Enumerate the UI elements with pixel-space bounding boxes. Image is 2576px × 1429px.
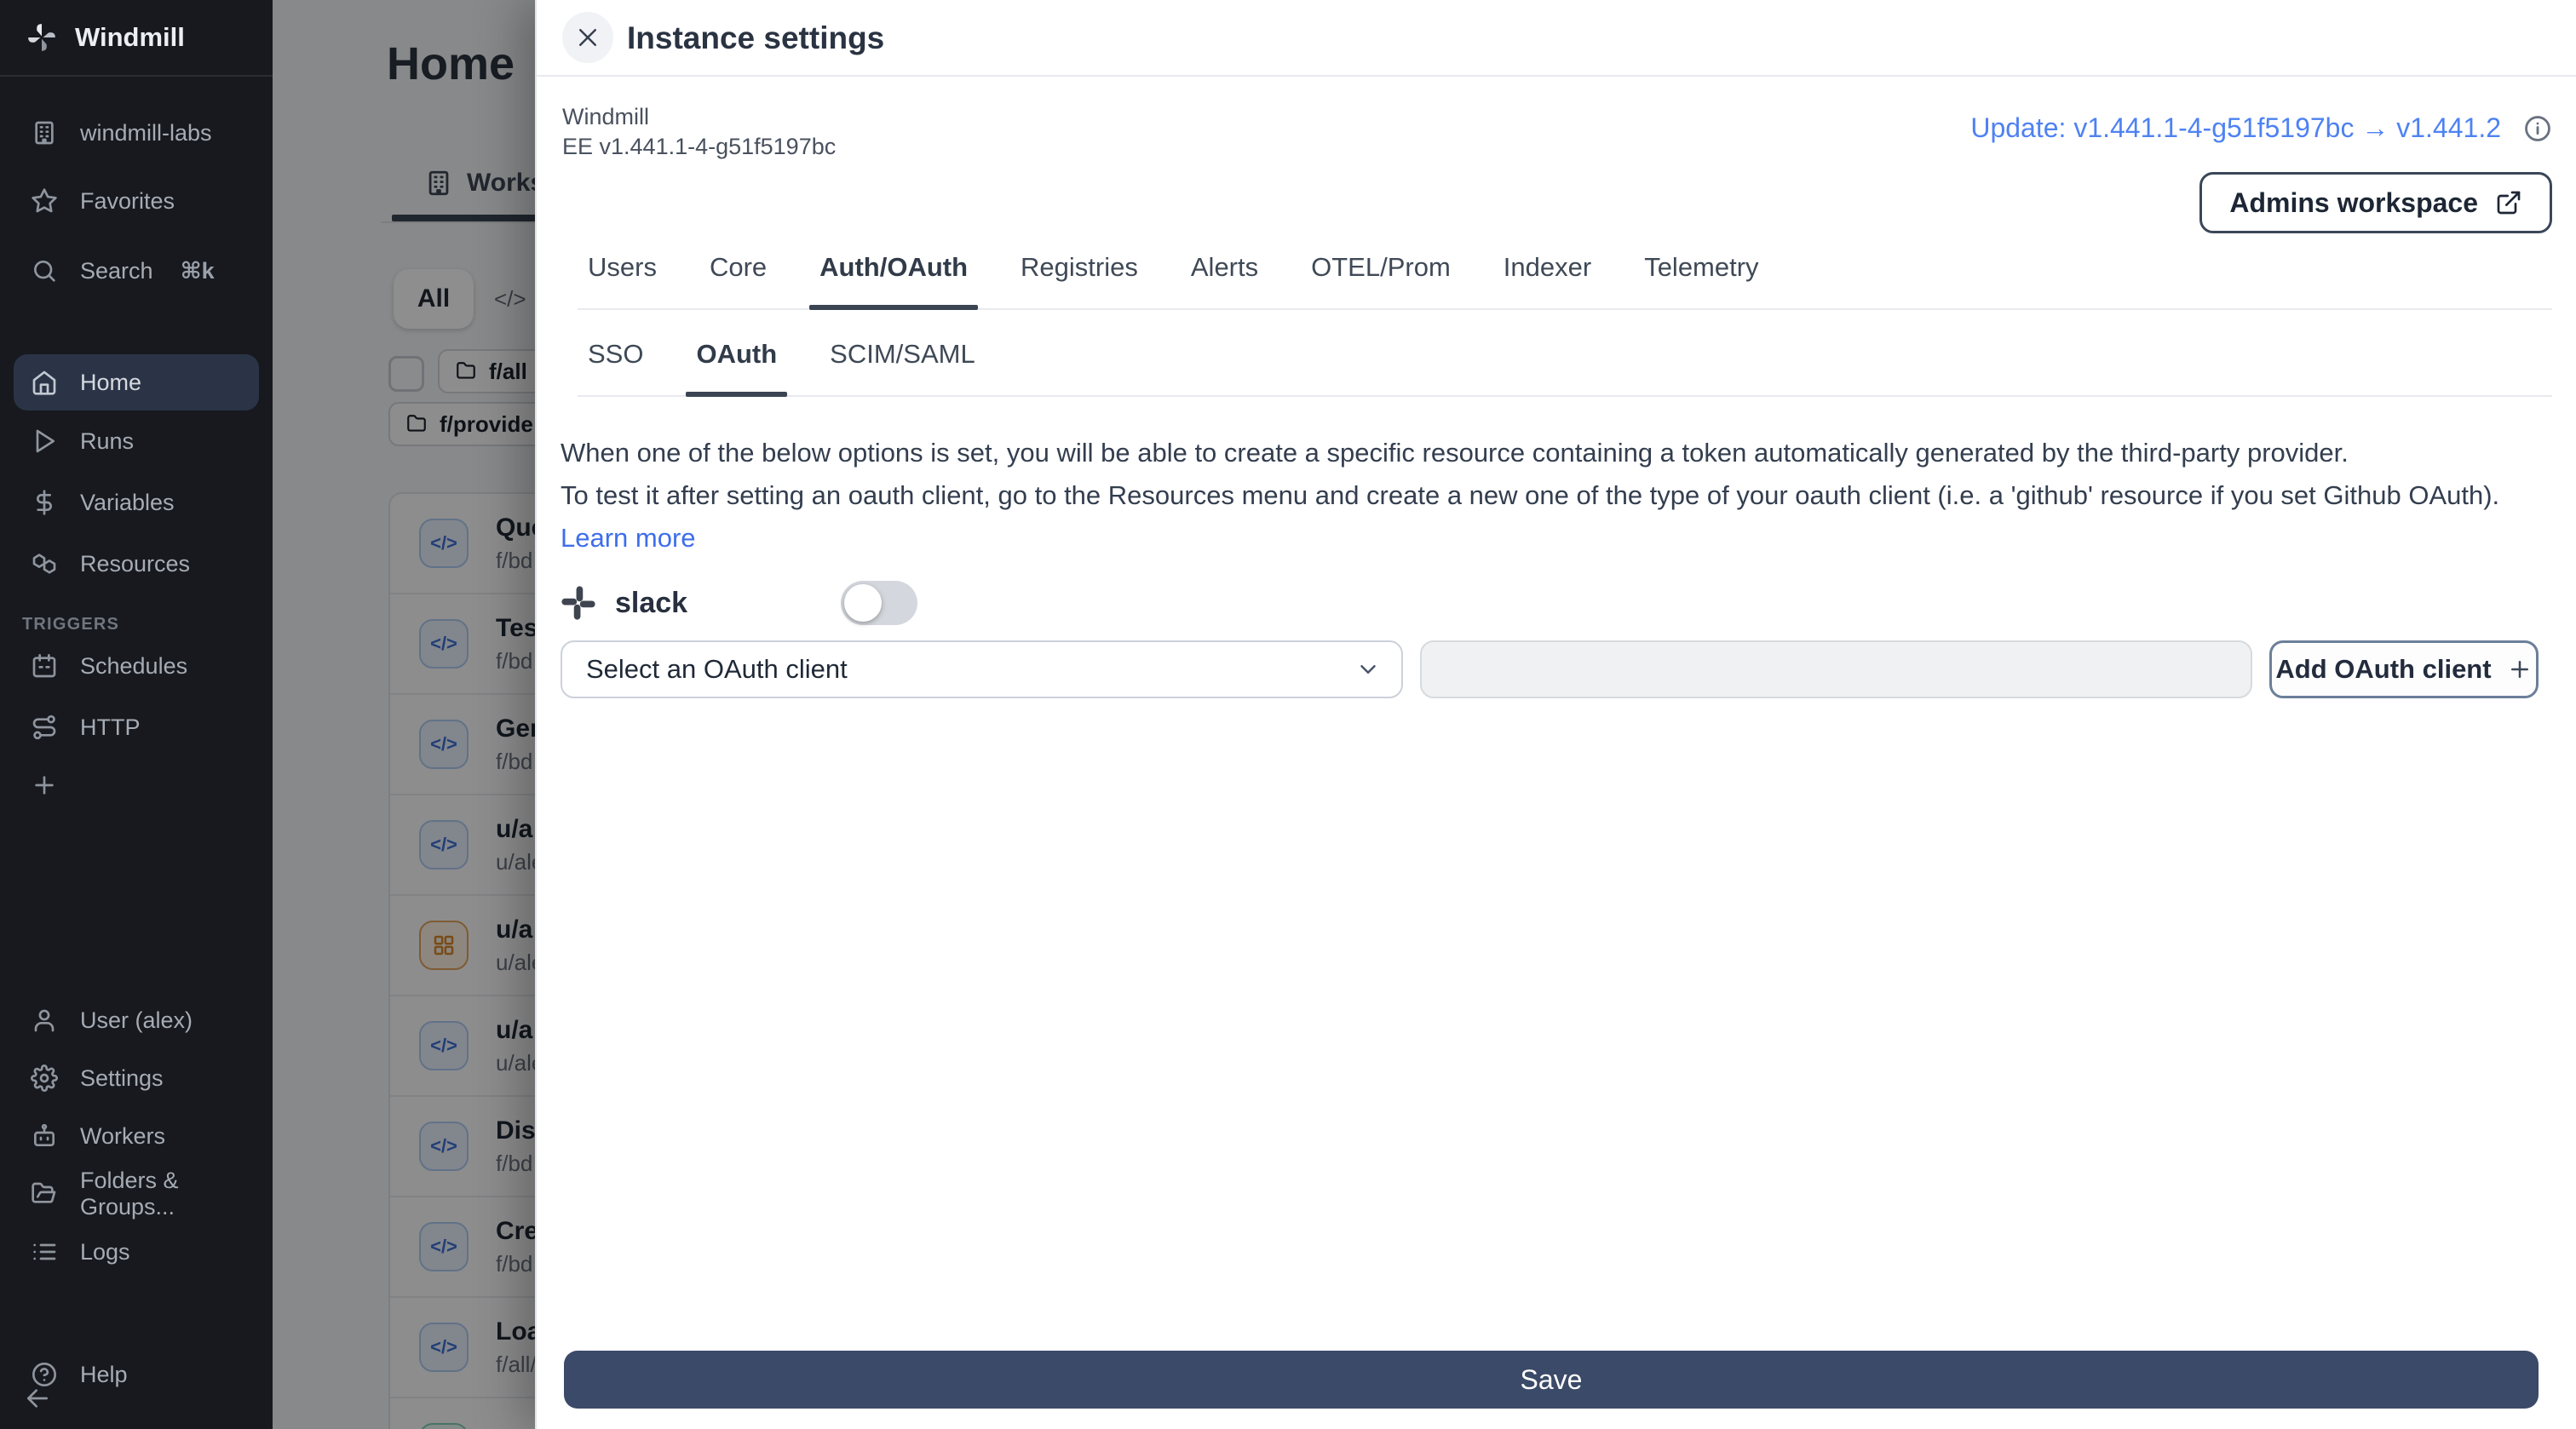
plus-icon: [35, 776, 54, 795]
subtab-sso[interactable]: SSO: [578, 339, 653, 395]
oauth-client-controls: Select an OAuth client Add OAuth client: [561, 640, 2539, 698]
calendar-icon: [32, 654, 56, 678]
update-link[interactable]: Update: v1.441.1-4-g51f5197bc → v1.441.2: [1970, 112, 2501, 144]
admins-workspace-button[interactable]: Admins workspace: [2199, 172, 2552, 233]
boxes-icon: [32, 554, 56, 574]
sidebar-item-http[interactable]: HTTP: [0, 702, 273, 753]
home-icon: [32, 370, 56, 395]
tab-alerts[interactable]: Alerts: [1181, 252, 1268, 308]
workspace-label: windmill-labs: [80, 119, 212, 146]
user-label: User (alex): [80, 1007, 193, 1033]
close-button[interactable]: [562, 12, 613, 63]
oauth-description-2: To test it after setting an oauth client…: [561, 480, 2500, 510]
oauth-description-1: When one of the below options is set, yo…: [561, 438, 2349, 468]
add-oauth-client-label: Add OAuth client: [2275, 654, 2492, 684]
instance-settings-drawer: Instance settings Windmill EE v1.441.1-4…: [535, 0, 2576, 1429]
oauth-client-secret-input[interactable]: [1420, 640, 2252, 698]
search-shortcut: ⌘k: [180, 257, 215, 284]
sidebar-item-settings[interactable]: Settings: [0, 1053, 273, 1104]
tab-telemetry[interactable]: Telemetry: [1634, 252, 1768, 308]
variables-label: Variables: [80, 489, 175, 515]
provider-name: slack: [615, 586, 688, 619]
resources-label: Resources: [80, 550, 191, 577]
instance-version: Windmill EE v1.441.1-4-g51f5197bc: [562, 102, 836, 162]
arrow-left-icon: [27, 1389, 48, 1408]
search-label: Search: [80, 257, 153, 284]
slack-icon: [561, 586, 595, 620]
list-icon: [33, 1243, 56, 1260]
gear-icon: [31, 1065, 58, 1092]
tab-otel-prom[interactable]: OTEL/Prom: [1301, 252, 1461, 308]
app-window: Windmill windmill-labs Favorites Search …: [0, 0, 2576, 1429]
sidebar-item-home[interactable]: Home: [14, 354, 259, 410]
sidebar-item-resources[interactable]: Resources: [0, 538, 273, 589]
add-oauth-client-button[interactable]: Add OAuth client: [2269, 640, 2539, 698]
tab-registries[interactable]: Registries: [1010, 252, 1148, 308]
folder-open-icon: [32, 1182, 56, 1203]
settings-tabs: Users Core Auth/OAuth Registries Alerts …: [578, 252, 2552, 310]
toggle-knob: [844, 584, 883, 622]
logs-label: Logs: [80, 1238, 130, 1265]
home-label: Home: [80, 369, 142, 395]
star-icon: [32, 188, 57, 213]
brand-label: Windmill: [75, 22, 185, 52]
chevron-down-icon: [1360, 665, 1376, 674]
tab-indexer[interactable]: Indexer: [1493, 252, 1601, 308]
schedules-label: Schedules: [80, 652, 188, 679]
drawer-title: Instance settings: [627, 20, 885, 55]
close-icon: [579, 29, 596, 46]
plus-icon: [2510, 661, 2528, 678]
tab-core[interactable]: Core: [699, 252, 777, 308]
brand: Windmill: [0, 0, 273, 77]
search-icon: [34, 261, 55, 282]
admins-workspace-label: Admins workspace: [2229, 187, 2478, 218]
sidebar-item-favorites[interactable]: Favorites: [0, 175, 273, 227]
info-icon[interactable]: [2523, 114, 2552, 143]
collapse-sidebar-button[interactable]: [0, 1373, 273, 1424]
sidebar-item-search[interactable]: Search ⌘k: [0, 245, 273, 296]
drawer-header: Instance settings: [537, 0, 2576, 77]
version-string: EE v1.441.1-4-g51f5197bc: [562, 134, 837, 159]
settings-label: Settings: [80, 1065, 164, 1091]
oauth-client-select[interactable]: Select an OAuth client: [561, 640, 1403, 698]
subtab-scim-saml[interactable]: SCIM/SAML: [819, 339, 986, 395]
sidebar: Windmill windmill-labs Favorites Search …: [0, 0, 273, 1429]
sidebar-item-user[interactable]: User (alex): [0, 995, 273, 1046]
workers-label: Workers: [80, 1122, 166, 1149]
app-name: Windmill: [562, 104, 650, 129]
sidebar-item-folders-groups[interactable]: Folders & Groups...: [0, 1168, 273, 1220]
folders-groups-label: Folders & Groups...: [80, 1168, 179, 1220]
route-icon: [32, 714, 56, 740]
slack-enabled-toggle[interactable]: [841, 581, 918, 625]
update-row: Update: v1.441.1-4-g51f5197bc → v1.441.2: [1970, 112, 2552, 144]
sidebar-item-workspace[interactable]: windmill-labs: [0, 107, 273, 158]
favorites-label: Favorites: [80, 187, 175, 214]
dollar-icon: [37, 490, 52, 515]
play-icon: [36, 429, 55, 453]
sidebar-item-variables[interactable]: Variables: [0, 477, 273, 528]
triggers-section-label: TRIGGERS: [22, 615, 120, 634]
add-trigger-button[interactable]: [0, 760, 273, 811]
select-value: Select an OAuth client: [586, 654, 848, 684]
http-label: HTTP: [80, 714, 141, 740]
slack-provider-row: slack: [561, 581, 918, 625]
sidebar-item-schedules[interactable]: Schedules: [0, 640, 273, 692]
building-icon: [35, 121, 54, 145]
tab-auth-oauth[interactable]: Auth/OAuth: [809, 252, 978, 310]
subtab-oauth[interactable]: OAuth: [686, 339, 788, 397]
save-button[interactable]: Save: [564, 1351, 2539, 1409]
sidebar-item-workers[interactable]: Workers: [0, 1110, 273, 1162]
tab-users[interactable]: Users: [578, 252, 667, 308]
auth-subtabs: SSO OAuth SCIM/SAML: [578, 339, 2552, 397]
robot-icon: [34, 1123, 55, 1146]
sidebar-item-logs[interactable]: Logs: [0, 1226, 273, 1277]
learn-more-link[interactable]: Learn more: [561, 523, 696, 554]
runs-label: Runs: [80, 428, 135, 454]
external-link-icon: [2497, 191, 2521, 215]
user-icon: [34, 1009, 55, 1032]
windmill-logo-icon: [28, 24, 55, 51]
sidebar-item-runs[interactable]: Runs: [0, 416, 273, 467]
